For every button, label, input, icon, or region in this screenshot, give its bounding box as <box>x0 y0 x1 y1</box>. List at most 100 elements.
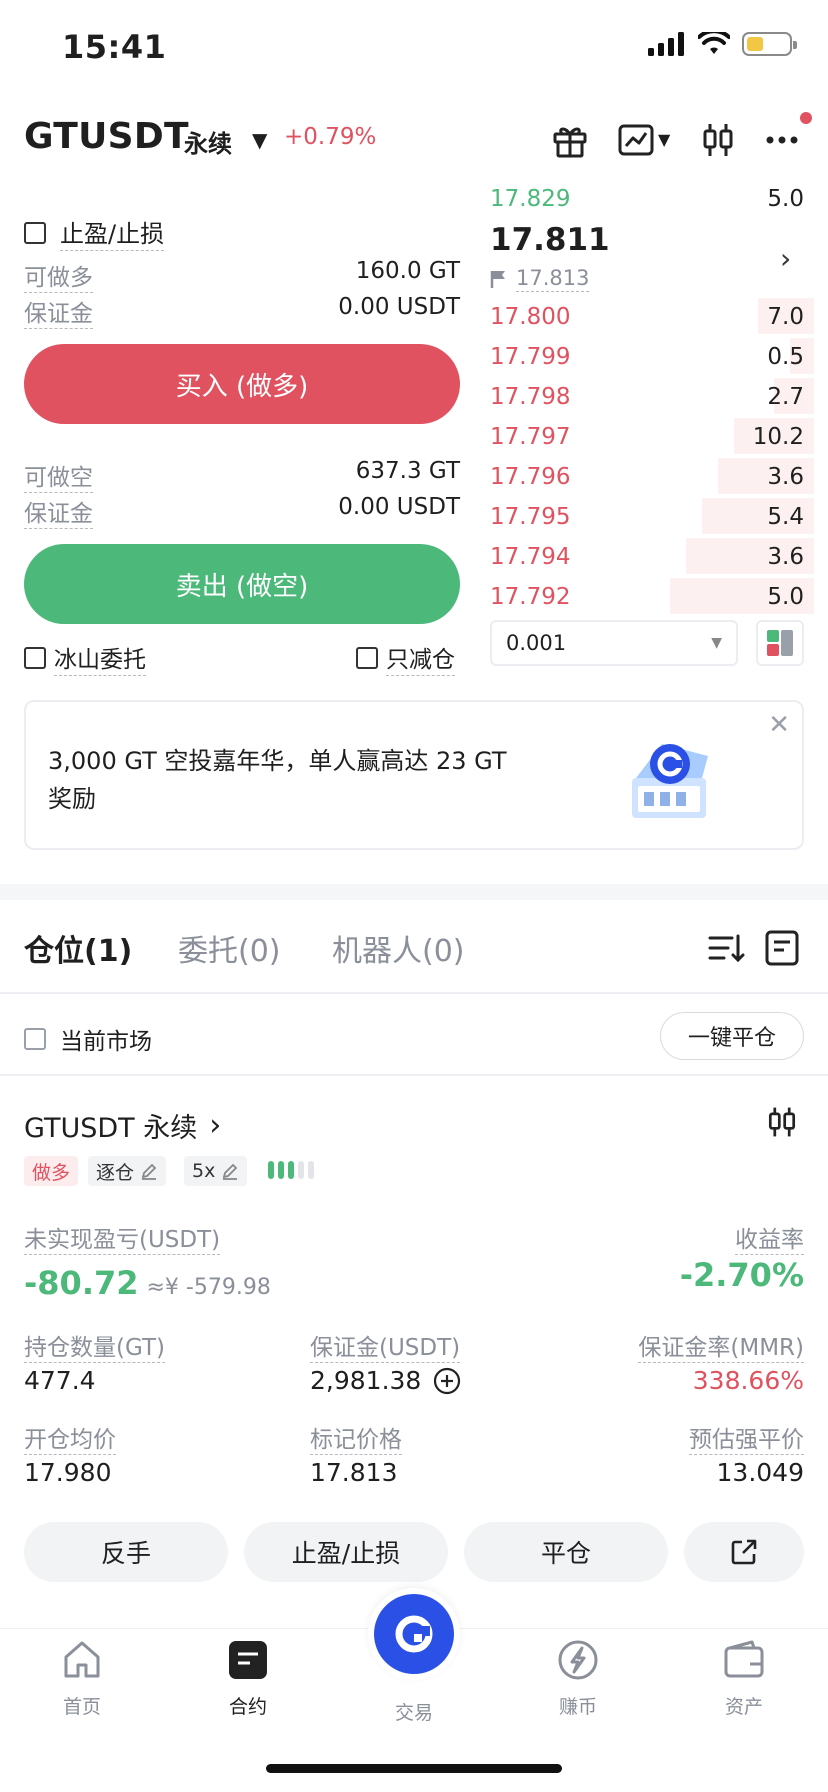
more-icon[interactable] <box>760 118 804 162</box>
mark-label: 标记价格 <box>310 1427 402 1455</box>
orderbook-ask-size: 10.2 <box>752 424 804 450</box>
orderbook-ask-size: 5.0 <box>767 584 804 610</box>
candlestick-icon[interactable] <box>764 1104 800 1144</box>
margin-value: 2,981.38 <box>310 1366 422 1395</box>
chevron-right-icon: › <box>209 1107 222 1143</box>
notification-dot <box>800 112 812 124</box>
leverage-tag[interactable]: 5x <box>184 1156 248 1186</box>
pnl-cny: ≈¥ -579.98 <box>146 1275 271 1300</box>
tab-bots[interactable]: 机器人(0) <box>332 926 465 970</box>
chart-icon[interactable] <box>614 118 658 162</box>
mark-price-row: 17.813 <box>490 266 590 292</box>
close-all-button[interactable]: 一键平仓 <box>660 1012 804 1060</box>
nav-futures[interactable]: 合约 <box>188 1638 308 1719</box>
long-margin-label: 保证金 <box>24 301 93 329</box>
orderbook-top-size: 5.0 <box>767 186 804 212</box>
candlestick-icon[interactable] <box>696 118 740 162</box>
iceberg-toggle[interactable]: 冰山委托 <box>24 640 146 676</box>
wifi-icon <box>698 32 730 54</box>
caret-down-icon: ▼ <box>711 635 722 651</box>
futures-icon <box>229 1641 267 1679</box>
contract-type[interactable]: 永续 <box>184 124 232 159</box>
short-available-label: 可做空 <box>24 465 93 493</box>
iceberg-label: 冰山委托 <box>54 640 146 676</box>
gift-box-illustration <box>632 744 708 818</box>
orderbook-top-price[interactable]: 17.829 <box>490 186 570 212</box>
buy-long-button[interactable]: 买入 (做多) <box>24 344 460 424</box>
tp-sl-button[interactable]: 止盈/止损 <box>244 1522 448 1582</box>
nav-home[interactable]: 首页 <box>22 1638 142 1719</box>
share-icon <box>731 1539 757 1565</box>
short-available-value: 637.3 GT <box>355 458 460 484</box>
mark-price: 17.813 <box>516 266 590 292</box>
layout-icon <box>767 630 793 656</box>
nav-trade-button[interactable] <box>374 1594 454 1674</box>
sell-short-button[interactable]: 卖出 (做空) <box>24 544 460 624</box>
wallet-icon <box>724 1640 764 1678</box>
tab-positions[interactable]: 仓位(1) <box>24 926 132 970</box>
promo-line-2: 奖励 <box>48 785 96 813</box>
pair-title[interactable]: GTUSDT <box>24 116 189 157</box>
section-divider <box>0 884 828 900</box>
promo-banner[interactable]: 3,000 GT 空投嘉年华，单人赢高达 23 GT 奖励 ✕ <box>24 700 804 850</box>
share-button[interactable] <box>684 1522 804 1582</box>
chevron-right-icon[interactable]: › <box>780 242 791 275</box>
margin-row: 2,981.38 <box>310 1366 461 1395</box>
orderbook-layout-button[interactable] <box>756 620 804 666</box>
current-market-checkbox[interactable] <box>24 1028 46 1050</box>
pnl-row: -80.72 ≈¥ -579.98 <box>24 1264 271 1302</box>
divider <box>0 1074 828 1076</box>
tp-sl-label: 止盈/止损 <box>60 214 165 251</box>
signal-icon <box>648 32 684 56</box>
close-icon[interactable]: ✕ <box>768 710 790 740</box>
caret-down-icon[interactable]: ▼ <box>252 128 267 152</box>
nav-earn[interactable]: 赚币 <box>518 1638 638 1719</box>
edit-icon <box>223 1163 238 1180</box>
mmr-label: 保证金率(MMR) <box>638 1335 804 1363</box>
mmr-value: 338.66% <box>692 1366 804 1395</box>
long-available-label: 可做多 <box>24 265 93 293</box>
precision-value: 0.001 <box>506 631 567 655</box>
side-tag: 做多 <box>24 1156 79 1186</box>
sort-icon[interactable] <box>706 928 746 972</box>
orderbook-ask-price[interactable]: 17.792 <box>490 584 570 610</box>
leverage-label: 5x <box>192 1160 216 1182</box>
reverse-button[interactable]: 反手 <box>24 1522 228 1582</box>
long-margin-value: 0.00 USDT <box>338 294 460 320</box>
reduce-only-toggle[interactable]: 只减仓 <box>356 640 455 676</box>
margin-label: 保证金(USDT) <box>310 1335 461 1363</box>
current-market-label: 当前市场 <box>60 1029 152 1055</box>
orderbook-ask-price[interactable]: 17.795 <box>490 504 570 530</box>
nav-assets[interactable]: 资产 <box>684 1638 804 1719</box>
orderbook-ask-price[interactable]: 17.796 <box>490 464 570 490</box>
orderbook-ask-price[interactable]: 17.794 <box>490 544 570 570</box>
nav-trade-label[interactable]: 交易 <box>394 1698 434 1725</box>
tp-sl-toggle[interactable]: 止盈/止损 <box>24 214 165 251</box>
orderbook-ask-price[interactable]: 17.800 <box>490 304 570 330</box>
chart-dropdown-icon[interactable]: ▼ <box>658 130 670 149</box>
tp-sl-checkbox[interactable] <box>24 221 46 244</box>
orderbook-ask-price[interactable]: 17.797 <box>490 424 570 450</box>
gift-icon[interactable] <box>548 118 592 162</box>
tab-orders[interactable]: 委托(0) <box>178 926 281 970</box>
position-title: GTUSDT 永续 <box>24 1113 198 1144</box>
nav-earn-label: 赚币 <box>558 1696 597 1718</box>
position-title-link[interactable]: GTUSDT 永续 › <box>24 1106 221 1145</box>
margin-mode-label: 逐仓 <box>96 1161 135 1184</box>
promo-line-1: 3,000 GT 空投嘉年华，单人赢高达 23 GT <box>48 747 507 775</box>
iceberg-checkbox[interactable] <box>24 647 46 669</box>
add-margin-icon[interactable] <box>433 1367 461 1395</box>
reduce-only-checkbox[interactable] <box>356 647 378 669</box>
margin-mode-tag[interactable]: 逐仓 <box>88 1156 167 1186</box>
history-icon[interactable] <box>762 928 802 972</box>
earn-icon <box>558 1640 598 1680</box>
orderbook-ask-price[interactable]: 17.798 <box>490 384 570 410</box>
close-position-button[interactable]: 平仓 <box>464 1522 668 1582</box>
precision-select[interactable]: 0.001 ▼ <box>490 620 738 666</box>
current-market-toggle[interactable]: 当前市场 <box>24 1022 152 1056</box>
orderbook-ask-price[interactable]: 17.799 <box>490 344 570 370</box>
long-available-value: 160.0 GT <box>355 258 460 284</box>
last-price[interactable]: 17.811 <box>490 222 610 258</box>
price-change: +0.79% <box>284 124 377 150</box>
trade-logo-icon <box>395 1615 433 1653</box>
